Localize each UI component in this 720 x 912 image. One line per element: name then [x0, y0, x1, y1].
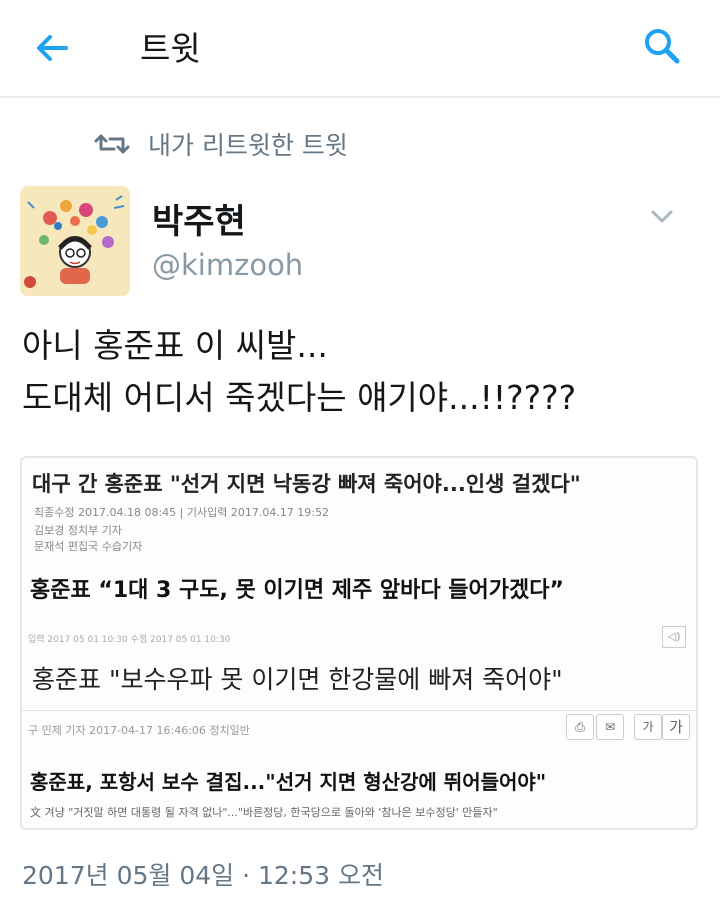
avatar[interactable]: [20, 186, 130, 296]
headline-3: 홍준표 "보수우파 못 이기면 한강물에 빠져 죽어야": [32, 665, 563, 694]
speaker-icon: ◁): [662, 626, 686, 648]
divider: [22, 710, 696, 711]
retweet-context: 내가 리트윗한 트윗: [92, 124, 348, 164]
retweet-icon: [94, 134, 130, 154]
tweet-line: 아니 홍준표 이 씨발...: [22, 326, 328, 365]
author-handle[interactable]: @kimzooh: [152, 248, 303, 282]
attached-image[interactable]: 대구 간 홍준표 "선거 지면 낙동강 빠져 죽어야...인생 걸겠다" 최종수…: [20, 456, 698, 830]
tweet-line: 도대체 어디서 죽겠다는 얘기야...!!????: [22, 378, 577, 417]
font-large-label: 가: [662, 714, 690, 740]
subheadline-4: 文 겨냥 "거짓말 하면 대통령 될 자격 없나"..."바른정당, 한국당으로…: [30, 806, 498, 819]
search-icon[interactable]: [640, 24, 684, 68]
chevron-down-icon[interactable]: [648, 206, 676, 226]
back-arrow-icon[interactable]: [30, 26, 74, 70]
headline-2: 홍준표 “1대 3 구도, 못 이기면 제주 앞바다 들어가겠다”: [30, 578, 564, 603]
font-small-label: 가: [634, 714, 662, 740]
headline-1: 대구 간 홍준표 "선거 지면 낙동강 빠져 죽어야...인생 걸겠다": [32, 472, 581, 496]
tweet-text: 아니 홍준표 이 씨발... 도대체 어디서 죽겠다는 얘기야...!!????: [22, 320, 576, 424]
headline-4: 홍준표, 포항서 보수 결집..."선거 지면 형산강에 뛰어들어야": [30, 770, 547, 794]
article-meta: 김보경 정치부 기자: [34, 524, 122, 537]
article-meta: 최종수정 2017.04.18 08:45 | 기사입력 2017.04.17 …: [34, 506, 330, 519]
page-title: 트윗: [140, 29, 201, 68]
tweet-timestamp: 2017년 05월 04일 · 12:53 오전: [22, 861, 384, 890]
author-name[interactable]: 박주현: [152, 194, 246, 243]
retweet-label: 내가 리트윗한 트윗: [148, 131, 348, 160]
print-icon: ⎙: [566, 714, 594, 740]
top-bar: 트윗: [0, 0, 720, 98]
mail-icon: ✉: [596, 714, 624, 740]
article-meta: 문재석 편집국 수습기자: [34, 540, 143, 553]
article-meta: 입력 2017 05 01 10:30 수정 2017 05 01 10:30: [28, 635, 231, 645]
article-byline: 구 민제 기자 2017-04-17 16:46:06 정치일반: [28, 724, 250, 737]
